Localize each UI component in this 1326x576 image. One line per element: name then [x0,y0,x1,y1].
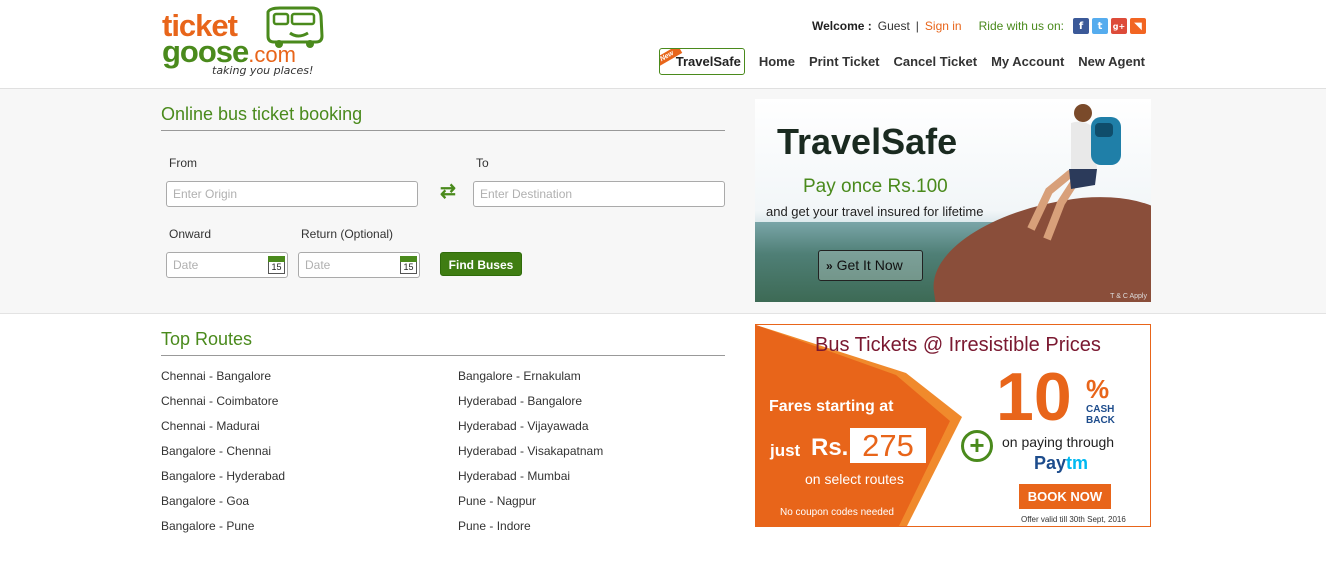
bus-logo-icon [266,6,324,48]
googleplus-icon[interactable]: g+ [1111,18,1127,34]
plus-icon: + [961,430,993,462]
nav-travelsafe[interactable]: New TravelSafe [658,48,745,75]
nav-new-agent[interactable]: New Agent [1078,54,1145,69]
get-it-now-button[interactable]: » Get It Now [818,250,923,281]
route-link[interactable]: Bangalore - Pune [161,519,254,533]
return-calendar-icon[interactable]: 15 [400,256,417,274]
signin-link[interactable]: Sign in [925,19,962,33]
terms-note: T & C Apply [1110,293,1147,300]
route-link[interactable]: Hyderabad - Visakapatnam [458,444,603,458]
swap-icon[interactable]: ⇄ [438,182,458,202]
cash-word: CASH [1086,404,1115,415]
travelsafe-banner[interactable]: TravelSafe Pay once Rs.100 and get your … [755,99,1151,302]
select-routes-text: on select routes [805,471,904,487]
rss-icon[interactable]: ◥ [1130,18,1146,34]
traveler-illustration [1027,104,1121,241]
route-link[interactable]: Chennai - Madurai [161,419,260,433]
offer-validity: Offer valid till 30th Sept, 2016 [1021,515,1126,524]
no-coupon-text: No coupon codes needed [780,507,894,518]
route-link[interactable]: Chennai - Bangalore [161,369,271,383]
destination-input[interactable] [473,181,725,207]
route-link[interactable]: Hyderabad - Vijayawada [458,419,589,433]
book-now-button[interactable]: BOOK NOW [1019,484,1111,509]
rs-text: Rs. [811,434,849,461]
origin-input[interactable] [166,181,418,207]
route-link[interactable]: Hyderabad - Mumbai [458,469,570,483]
nav-travelsafe-label: TravelSafe [675,54,741,69]
just-text: just [770,441,801,460]
fares-text: Fares starting at [769,398,894,415]
route-link[interactable]: Chennai - Coimbatore [161,394,278,408]
travelsafe-heading: TravelSafe [777,121,958,162]
ride-with-us-label: Ride with us on: [978,19,1064,33]
route-link[interactable]: Hyderabad - Bangalore [458,394,582,408]
site-header: ticket goose.com taking you places! Welc… [0,0,1326,89]
logo-tagline: taking you places! [212,64,314,77]
paying-through-text: on paying through [1002,434,1115,450]
cashback-percent: 10 [996,359,1072,435]
nav-my-account[interactable]: My Account [991,54,1064,69]
paytm-headline: Bus Tickets @ Irresistible Prices [815,334,1101,356]
nav-home[interactable]: Home [759,54,795,69]
twitter-icon[interactable]: t [1092,18,1108,34]
nav-print-ticket[interactable]: Print Ticket [809,54,880,69]
nav-cancel-ticket[interactable]: Cancel Ticket [894,54,978,69]
route-link[interactable]: Pune - Indore [458,519,531,533]
separator: | [915,19,919,33]
return-label: Return (Optional) [301,227,394,241]
travelsafe-price: Pay once Rs.100 [803,176,948,197]
facebook-icon[interactable]: f [1073,18,1089,34]
get-it-now-label: Get It Now [836,257,903,273]
onward-calendar-icon[interactable]: 15 [268,256,285,274]
to-label: To [476,156,489,170]
top-routes-title: Top Routes [161,329,253,349]
account-topbar: Welcome : Guest | Sign in Ride with us o… [812,17,1146,35]
find-buses-button[interactable]: Find Buses [440,252,522,276]
route-link[interactable]: Bangalore - Ernakulam [458,369,581,383]
search-title: Online bus ticket booking [161,104,363,124]
route-link[interactable]: Bangalore - Chennai [161,444,271,458]
main-nav: New TravelSafe Home Print Ticket Cancel … [658,48,1145,75]
paytm-offer-banner[interactable]: Bus Tickets @ Irresistible Prices Fares … [755,324,1151,527]
route-link[interactable]: Bangalore - Goa [161,494,249,508]
travelsafe-subtitle: and get your travel insured for lifetime [766,204,984,219]
site-logo[interactable]: ticket goose.com taking you places! [160,6,330,82]
search-title-rule [161,130,725,131]
cashback-label: CASH BACK [1086,404,1115,426]
from-label: From [169,156,197,170]
back-word: BACK [1086,415,1115,426]
price-value: 275 [850,428,926,463]
onward-label: Onward [169,227,212,241]
user-name: Guest [877,19,910,33]
welcome-label: Welcome : [811,19,872,33]
paytm-logo-pay: Pay [1034,453,1067,473]
paytm-logo-tm: tm [1066,453,1089,473]
percent-sign: % [1086,374,1110,404]
top-routes-rule [161,355,725,356]
paytm-logo: Paytm [1034,453,1088,474]
double-chevron-icon: » [826,259,833,273]
route-link[interactable]: Bangalore - Hyderabad [161,469,285,483]
route-link[interactable]: Pune - Nagpur [458,494,536,508]
